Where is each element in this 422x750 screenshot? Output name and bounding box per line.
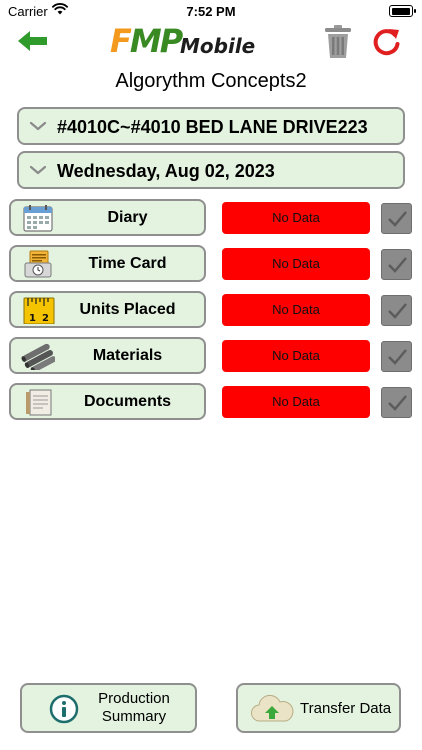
documents-label: Documents — [83, 393, 172, 410]
refresh-button[interactable] — [370, 26, 402, 58]
project-selector[interactable]: #4010C~#4010 BED LANE DRIVE223 — [17, 107, 405, 145]
diary-label: Diary — [107, 209, 148, 226]
documents-status: No Data — [222, 386, 370, 418]
back-arrow-icon — [18, 31, 47, 51]
refresh-icon — [373, 29, 400, 56]
materials-status: No Data — [222, 340, 370, 372]
transfer-data-label: Transfer Data — [300, 700, 392, 717]
checkmark-icon — [388, 211, 407, 227]
chevron-down-icon — [29, 165, 47, 175]
materials-button[interactable]: Materials — [9, 337, 206, 374]
trash-icon — [325, 25, 351, 58]
battery-icon — [389, 5, 416, 17]
date-selector[interactable]: Wednesday, Aug 02, 2023 — [17, 151, 405, 189]
battery-fill — [391, 7, 410, 15]
transfer-data-button[interactable]: Transfer Data — [236, 683, 401, 733]
delete-button[interactable] — [323, 24, 353, 60]
logo-mobile-text: Mobile — [180, 34, 256, 58]
cloud-upload-icon — [251, 694, 294, 722]
chevron-down-icon — [29, 121, 47, 131]
pipes-icon — [21, 343, 55, 370]
documents-checkbox[interactable] — [381, 387, 412, 418]
production-summary-button[interactable]: Production Summary — [20, 683, 197, 733]
ruler-icon: 1 2 — [23, 297, 55, 324]
info-icon — [49, 694, 79, 724]
checkmark-icon — [388, 303, 407, 319]
time-card-checkbox[interactable] — [381, 249, 412, 280]
time-card-icon — [24, 250, 52, 278]
status-bar: Carrier 7:52 PM — [0, 0, 422, 24]
materials-label: Materials — [92, 347, 163, 364]
units-placed-checkbox[interactable] — [381, 295, 412, 326]
diary-checkbox[interactable] — [381, 203, 412, 234]
checkmark-icon — [388, 257, 407, 273]
checkmark-icon — [388, 395, 407, 411]
project-selector-label: #4010C~#4010 BED LANE DRIVE223 — [57, 117, 368, 137]
calendar-icon — [23, 205, 53, 232]
company-name: Algorythm Concepts2 — [115, 70, 307, 92]
date-selector-label: Wednesday, Aug 02, 2023 — [57, 161, 275, 181]
clock: 7:52 PM — [186, 4, 236, 19]
time-card-status: No Data — [222, 248, 370, 280]
svg-text:1: 1 — [29, 313, 36, 324]
svg-text:2: 2 — [42, 313, 49, 324]
units-placed-status: No Data — [222, 294, 370, 326]
documents-icon — [26, 389, 52, 416]
checkmark-icon — [388, 349, 407, 365]
time-card-button[interactable]: Time Card — [9, 245, 206, 282]
diary-status: No Data — [222, 202, 370, 234]
documents-button[interactable]: Documents — [9, 383, 206, 420]
fmp-mobile-logo: FMP Mobile — [110, 22, 275, 62]
production-summary-label: Production Summary — [98, 690, 170, 725]
materials-checkbox[interactable] — [381, 341, 412, 372]
logo-fmp-text: FMP — [110, 22, 183, 60]
units-placed-button[interactable]: 1 2 Units Placed — [9, 291, 206, 328]
diary-button[interactable]: Diary — [9, 199, 206, 236]
units-placed-label: Units Placed — [79, 301, 176, 318]
back-button[interactable] — [16, 28, 50, 54]
time-card-label: Time Card — [88, 255, 167, 272]
